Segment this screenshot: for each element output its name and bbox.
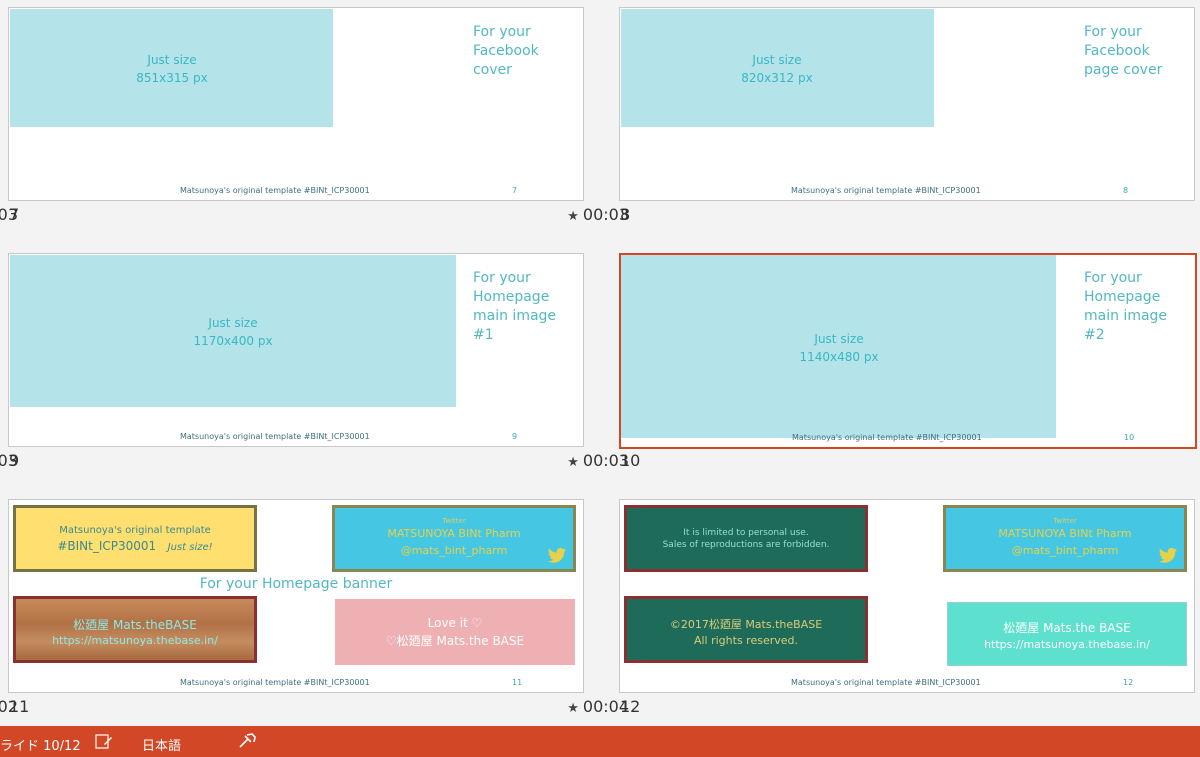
slide-counter: ライド 10/12: [0, 739, 81, 754]
animation-star-icon: ★: [567, 209, 579, 224]
transition-time[interactable]: ★00:03: [567, 451, 629, 470]
side-caption: For your Homepage main image #1: [473, 270, 557, 343]
side-caption: For your Facebook cover: [473, 24, 539, 78]
shop-banner-mint: 松廼屋 Mats.the BASE https://matsunoya.theb…: [947, 602, 1187, 666]
page-number: 10: [1124, 433, 1135, 442]
template-banner: Matsunoya's original template #BINt_ICP3…: [13, 505, 257, 572]
animation-star-icon: ★: [567, 701, 579, 716]
copyright-banner: ©2017松廼屋 Mats.theBASE All rights reserve…: [624, 596, 868, 663]
side-caption: For your Homepage main image #2: [1084, 270, 1168, 343]
twitter-banner: Twitter MATSUNOYA BINt Pharm @mats_bint_…: [943, 505, 1187, 572]
slide-canvas: Matsunoya's original template #BINt_ICP3…: [8, 499, 584, 693]
status-bar: ライド 10/12 日本語: [0, 726, 1200, 757]
placeholder-label: Just size 820x312 px: [741, 53, 813, 85]
page-number: 8: [1123, 186, 1129, 195]
twitter-bird-icon: [547, 547, 567, 563]
banner-section-title: For your Homepage banner: [199, 576, 393, 592]
slide-canvas: It is limited to personal use. Sales of …: [619, 499, 1195, 693]
template-footer: Matsunoya's original template #BINt_ICP3…: [180, 186, 370, 195]
transition-time[interactable]: ★00:02: [0, 697, 18, 716]
template-footer: Matsunoya's original template #BINt_ICP3…: [791, 186, 981, 195]
template-footer: Matsunoya's original template #BINt_ICP3…: [180, 432, 370, 441]
slide-canvas: Just size 851x315 px For your Facebook c…: [8, 7, 584, 201]
notes-icon[interactable]: [95, 734, 113, 753]
love-banner: Love it ♡ ♡松廼屋 Mats.the BASE: [335, 599, 575, 665]
shop-banner-wood: 松廼屋 Mats.theBASE https://matsunoya.theba…: [13, 596, 257, 663]
slide-canvas: Just size 1170x400 px For your Homepage …: [8, 253, 584, 447]
placeholder-label: Just size 1170x400 px: [193, 316, 273, 348]
animation-star-icon: ★: [567, 455, 579, 470]
page-number: 11: [512, 678, 523, 687]
twitter-banner: Twitter MATSUNOYA BINt Pharm @mats_bint_…: [332, 505, 576, 572]
placeholder-line: Just size: [147, 53, 197, 67]
transition-time[interactable]: ★00:03: [567, 205, 629, 224]
accessibility-icon[interactable]: [238, 733, 256, 753]
page-number: 7: [512, 186, 518, 195]
template-footer: Matsunoya's original template #BINt_ICP3…: [791, 678, 981, 687]
twitter-bird-icon: [1158, 547, 1178, 563]
template-footer: Matsunoya's original template #BINt_ICP3…: [180, 678, 370, 687]
placeholder-size: 851x315 px: [136, 71, 208, 85]
slide-canvas: Just size 820x312 px For your Facebook p…: [619, 7, 1195, 201]
placeholder-label: Just size 851x315 px: [136, 51, 207, 87]
template-footer: Matsunoya's original template #BINt_ICP3…: [792, 433, 982, 442]
transition-time[interactable]: ★00:03: [0, 205, 18, 224]
transition-time[interactable]: ★00:03: [0, 451, 18, 470]
language-indicator[interactable]: 日本語: [142, 735, 181, 754]
page-number: 9: [512, 432, 518, 441]
personal-use-banner: It is limited to personal use. Sales of …: [624, 505, 868, 572]
transition-time[interactable]: ★ 00:04: [567, 697, 629, 716]
placeholder-label: Just size 1140x480 px: [799, 332, 879, 364]
page-number: 12: [1123, 678, 1134, 687]
side-caption: For your Facebook page cover: [1084, 24, 1163, 78]
slide-canvas: Just size 1140x480 px For your Homepage …: [619, 253, 1197, 449]
